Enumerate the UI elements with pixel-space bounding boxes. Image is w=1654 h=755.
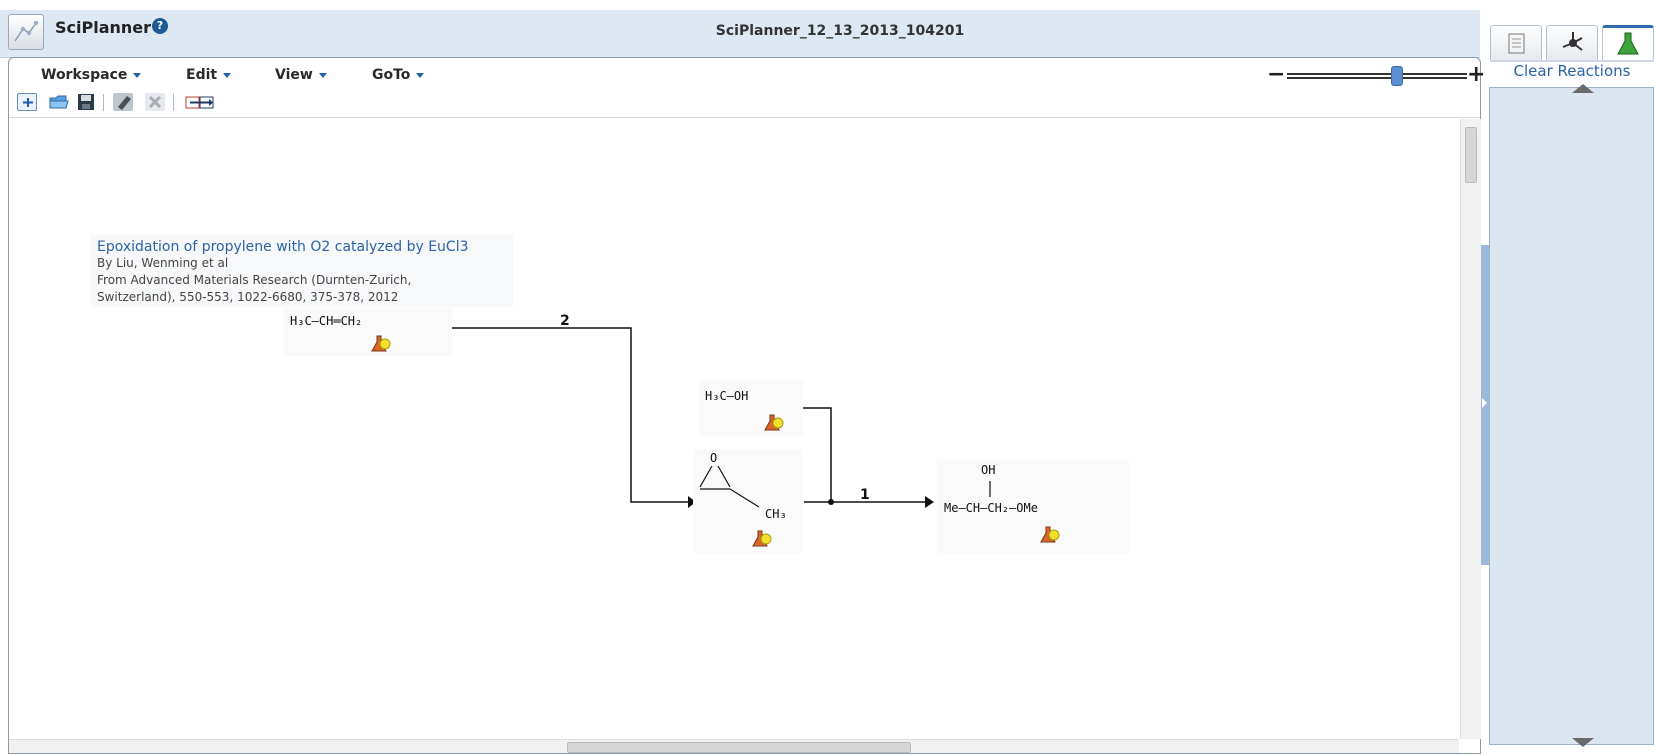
step-number: 1 [860, 487, 870, 503]
menu-workspace[interactable]: Workspace [41, 67, 142, 83]
toolbar-separator [173, 94, 174, 111]
oxygen-label: O [710, 451, 718, 465]
edit-icon[interactable] [113, 93, 133, 111]
chevron-down-icon [318, 72, 327, 78]
menu-workspace-label: Workspace [41, 67, 128, 83]
molecule-propylene[interactable]: H₃C—CH═CH₂ [284, 308, 452, 356]
clear-reactions-link[interactable]: Clear Reactions [1490, 62, 1654, 80]
flask-icon[interactable] [1039, 525, 1061, 545]
document-title: SciPlanner_12_13_2013_104201 [715, 23, 965, 39]
vertical-scrollbar[interactable] [1460, 119, 1481, 739]
zoom-out-button[interactable]: − [1267, 62, 1285, 87]
scroll-up-arrow-icon[interactable] [1572, 84, 1594, 93]
molecule-product[interactable]: OH Me—CH—CH₂—OMe [937, 459, 1129, 553]
zoom-slider-track[interactable] [1287, 73, 1467, 79]
menu-goto[interactable]: GoTo [372, 67, 425, 83]
document-tab-icon [1508, 33, 1525, 54]
molecule-formula: H₃C—OH [705, 389, 749, 403]
molecule-tab-icon [1562, 32, 1583, 51]
chevron-down-icon [223, 72, 232, 78]
app-root: SciPlanner ? SciPlanner_12_13_2013_10420… [0, 0, 1654, 755]
step-number: 2 [560, 313, 570, 329]
methyl-label: CH₃ [765, 507, 787, 521]
menu-view-label: View [275, 67, 313, 83]
horizontal-scroll-thumb[interactable] [567, 742, 911, 753]
reaction-canvas[interactable]: Epoxidation of propylene with O2 catalyz… [9, 119, 1459, 739]
chevron-down-icon [133, 72, 142, 78]
new-icon[interactable] [17, 93, 37, 111]
expand-arrow-icon[interactable] [1482, 398, 1487, 408]
workspace-panel: Workspace Edit View GoTo − + Epoxidation… [8, 57, 1485, 754]
save-icon[interactable] [76, 93, 96, 111]
toolbar-separator [103, 94, 104, 111]
vertical-scroll-thumb[interactable] [1465, 127, 1477, 183]
molecule-propylene-oxide[interactable]: O CH₃ [693, 449, 803, 553]
flask-tab-icon [1617, 32, 1639, 55]
tab-document[interactable] [1490, 25, 1542, 60]
horizontal-scrollbar[interactable] [9, 739, 1459, 753]
open-folder-icon[interactable] [48, 93, 69, 111]
zoom-in-button[interactable]: + [1467, 62, 1485, 87]
menu-goto-label: GoTo [372, 67, 411, 83]
molecule-formula: H₃C—CH═CH₂ [290, 314, 363, 328]
tab-molecule[interactable] [1546, 25, 1598, 60]
menu-view[interactable]: View [275, 67, 327, 83]
flask-icon[interactable] [370, 334, 392, 354]
chevron-down-icon [416, 72, 425, 78]
molecule-formula: Me—CH—CH₂—OMe [944, 501, 1038, 515]
delete-icon[interactable] [145, 93, 165, 111]
menu-edit[interactable]: Edit [186, 67, 232, 83]
zoom-slider-thumb[interactable] [1391, 66, 1404, 86]
flask-icon[interactable] [763, 413, 785, 433]
side-panel-tabs [1490, 22, 1654, 62]
export-icon[interactable] [183, 93, 217, 111]
tab-reactions[interactable] [1602, 25, 1654, 60]
flask-icon[interactable] [751, 529, 773, 549]
molecule-methanol[interactable]: H₃C—OH [699, 379, 803, 437]
side-panel-content [1489, 87, 1654, 745]
menu-bar: Workspace Edit View GoTo − + [9, 58, 1485, 118]
scroll-down-arrow-icon[interactable] [1572, 738, 1594, 747]
title-bar: SciPlanner ? SciPlanner_12_13_2013_10420… [0, 10, 1480, 58]
menu-edit-label: Edit [186, 67, 218, 83]
